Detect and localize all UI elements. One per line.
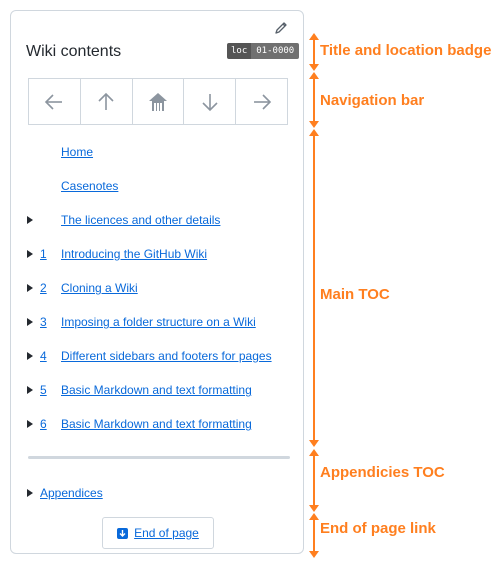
toc-item-label[interactable]: Introducing the GitHub Wiki xyxy=(61,247,207,261)
annotation-arrow-down xyxy=(309,505,319,512)
annotation-line-appendices xyxy=(313,454,315,509)
annotation-line-end xyxy=(313,518,315,554)
expand-triangle-icon[interactable] xyxy=(27,420,33,428)
annotation-title-badge: Title and location badge xyxy=(320,42,492,59)
annotation-appendicies-toc: Appendicies TOC xyxy=(320,464,445,481)
annotation-navigation-bar: Navigation bar xyxy=(320,92,425,109)
toc-item-number[interactable]: 1 xyxy=(40,247,47,261)
toc-item-label[interactable]: Casenotes xyxy=(61,179,118,193)
nav-up-button[interactable] xyxy=(81,79,133,124)
toc-item-number[interactable]: 2 xyxy=(40,281,47,295)
nav-next-button[interactable] xyxy=(236,79,287,124)
toc-item-number[interactable]: 6 xyxy=(40,417,47,431)
appendices-label[interactable]: Appendices xyxy=(40,486,103,500)
nav-home-button[interactable] xyxy=(133,79,185,124)
panel-title: Wiki contents xyxy=(26,43,122,60)
toc-item-number[interactable]: 5 xyxy=(40,383,47,397)
toc-item-number[interactable]: 4 xyxy=(40,349,47,363)
toc-item-label[interactable]: Basic Markdown and text formatting xyxy=(61,383,252,397)
annotation-arrow-down xyxy=(309,440,319,447)
expand-triangle-icon[interactable] xyxy=(27,352,33,360)
arrow-down-icon xyxy=(202,93,218,111)
arrow-up-icon xyxy=(98,92,114,110)
arrow-down-box-icon xyxy=(117,527,129,539)
expand-triangle-icon[interactable] xyxy=(27,216,33,224)
toc-item-label[interactable]: Different sidebars and footers for pages xyxy=(61,349,272,363)
annotation-arrow-down xyxy=(309,64,319,71)
expand-triangle-icon[interactable] xyxy=(27,318,33,326)
annotation-line-nav xyxy=(313,77,315,125)
annotation-end-link: End of page link xyxy=(320,520,436,537)
home-icon xyxy=(148,92,167,111)
navigation-bar xyxy=(28,78,288,125)
toc-item-label[interactable]: Imposing a folder structure on a Wiki xyxy=(61,315,256,329)
toc-item-number[interactable]: 3 xyxy=(40,315,47,329)
annotation-main-toc: Main TOC xyxy=(320,286,390,303)
expand-triangle-icon[interactable] xyxy=(27,284,33,292)
location-badge-value: 01-0000 xyxy=(251,43,300,59)
annotation-arrow-down xyxy=(309,121,319,128)
toc-item-label[interactable]: The licences and other details xyxy=(61,213,220,227)
expand-triangle-icon[interactable] xyxy=(27,489,33,497)
annotation-arrow-down xyxy=(309,551,319,558)
pencil-icon[interactable] xyxy=(273,20,289,36)
end-of-page-button[interactable]: End of page xyxy=(102,517,214,549)
wiki-contents-panel: Wiki contents loc 01-0000 Home Casenotes… xyxy=(10,10,304,554)
arrow-left-icon xyxy=(45,93,63,110)
toc-item-label[interactable]: Cloning a Wiki xyxy=(61,281,138,295)
arrow-right-icon xyxy=(253,93,271,110)
expand-triangle-icon[interactable] xyxy=(27,250,33,258)
toc-item-label[interactable]: Basic Markdown and text formatting xyxy=(61,417,252,431)
toc-divider xyxy=(28,456,290,459)
expand-triangle-icon[interactable] xyxy=(27,386,33,394)
location-badge-key: loc xyxy=(227,43,252,59)
nav-previous-button[interactable] xyxy=(29,79,81,124)
location-badge: loc 01-0000 xyxy=(227,43,300,59)
annotation-line-title xyxy=(313,38,315,67)
toc-item-label[interactable]: Home xyxy=(61,145,93,159)
nav-down-button[interactable] xyxy=(184,79,237,124)
annotation-line-main-toc xyxy=(313,134,315,444)
end-of-page-label[interactable]: End of page xyxy=(134,526,199,540)
